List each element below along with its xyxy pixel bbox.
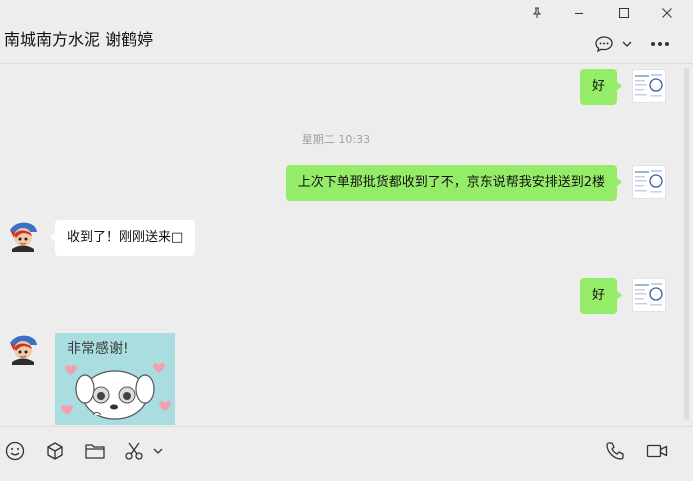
maximize-icon[interactable] — [611, 2, 637, 24]
sticker-image[interactable]: 非常感谢! — [55, 333, 175, 425]
message-bubble-other[interactable]: 收到了！刚刚送来□ — [49, 220, 196, 256]
sticker-text: 非常感谢! — [67, 340, 129, 357]
pin-icon[interactable] — [524, 2, 550, 24]
minimize-icon[interactable] — [566, 2, 592, 24]
self-avatar[interactable] — [632, 165, 666, 199]
contact-avatar[interactable] — [6, 331, 40, 365]
chevron-down-icon[interactable] — [620, 32, 634, 56]
chat-bubble-icon[interactable] — [592, 32, 616, 56]
package-icon[interactable] — [44, 439, 66, 463]
self-avatar[interactable] — [632, 69, 666, 103]
more-icon[interactable] — [648, 32, 672, 56]
close-icon[interactable] — [654, 2, 680, 24]
folder-icon[interactable] — [84, 439, 106, 463]
input-toolbar — [0, 426, 693, 481]
self-avatar[interactable] — [632, 278, 666, 312]
message-list[interactable]: 好 星期二 10:33 上次下单那批货都收到了不，京东说帮我安排送到2楼 收到了… — [0, 65, 680, 425]
chat-title: 南城南方水泥 谢鹤婷 — [4, 30, 154, 49]
timestamp: 星期二 10:33 — [301, 133, 371, 146]
phone-icon[interactable] — [604, 439, 626, 463]
message-bubble-self[interactable]: 上次下单那批货都收到了不，京东说帮我安排送到2楼 — [285, 165, 623, 201]
chevron-down-icon[interactable] — [152, 439, 164, 463]
video-icon[interactable] — [645, 439, 669, 463]
message-bubble-self[interactable]: 好 — [579, 69, 623, 105]
scrollbar[interactable] — [684, 68, 689, 420]
emoji-icon[interactable] — [4, 439, 26, 463]
message-bubble-self[interactable]: 好 — [579, 278, 623, 314]
chat-window: 南城南方水泥 谢鹤婷 好 星期二 10:33 上次下单那批货都收到了不，京东说帮… — [0, 0, 693, 481]
contact-avatar[interactable] — [6, 218, 40, 252]
scissors-icon[interactable] — [123, 439, 145, 463]
chat-header: 南城南方水泥 谢鹤婷 — [0, 0, 693, 64]
